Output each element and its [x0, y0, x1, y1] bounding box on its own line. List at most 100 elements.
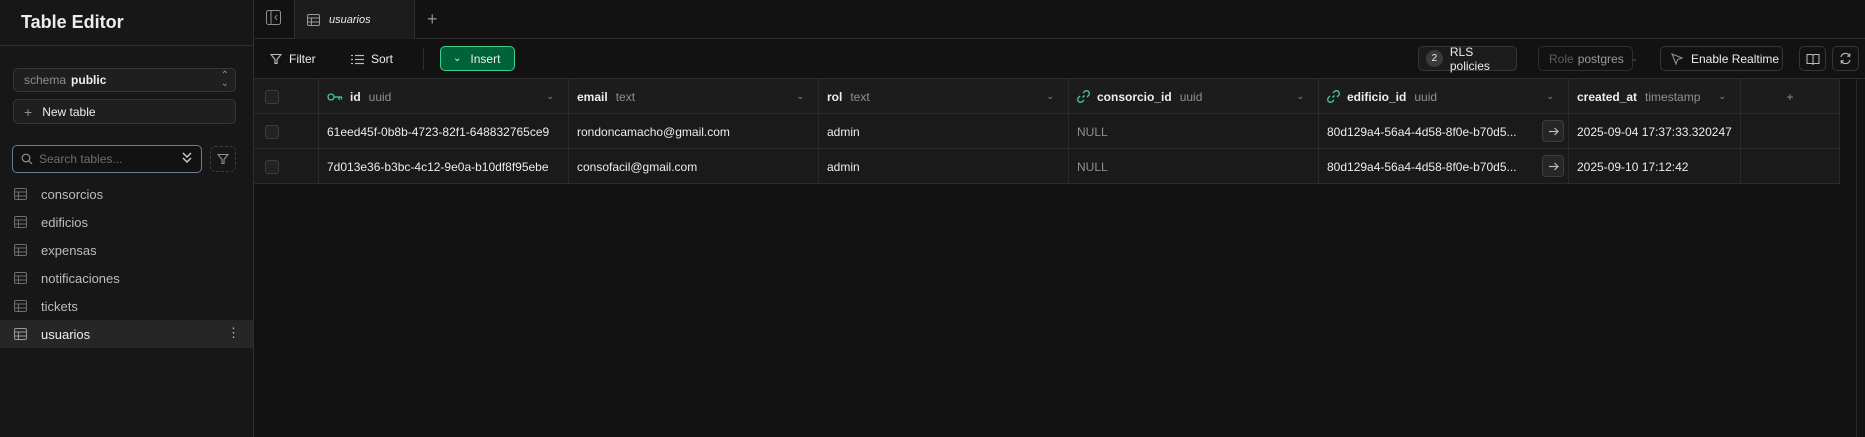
- cell-id[interactable]: 7d013e36-b3bc-4c12-9e0a-b10df8f95ebe: [319, 149, 569, 184]
- column-header-created-at[interactable]: created_at timestamp ⌄: [1569, 79, 1741, 114]
- cell-rol[interactable]: admin: [819, 149, 1069, 184]
- role-value: postgres: [1577, 51, 1624, 66]
- chevron-down-icon[interactable]: ⌄: [1296, 91, 1304, 102]
- sort-button[interactable]: Sort: [351, 48, 393, 70]
- key-icon: [327, 92, 343, 102]
- rls-label: RLS policies: [1449, 44, 1490, 73]
- table-item-usuarios[interactable]: usuarios ⋮: [0, 320, 253, 348]
- search-tables-input[interactable]: [39, 152, 169, 166]
- column-name: consorcio_id: [1097, 89, 1172, 104]
- cell-created-at[interactable]: 2025-09-04 17:37:33.320247: [1569, 114, 1741, 149]
- chevron-down-icon[interactable]: ⌄: [796, 91, 804, 102]
- cell-email[interactable]: rondoncamacho@gmail.com: [569, 114, 819, 149]
- new-table-button[interactable]: + New table: [13, 99, 236, 124]
- chevron-up-down-icon: ⌃ ⌄: [220, 70, 229, 89]
- chevron-down-icon[interactable]: ⌄: [1546, 91, 1554, 102]
- filter-button[interactable]: Filter: [270, 48, 316, 70]
- collapse-all-icon[interactable]: [181, 151, 193, 168]
- cell-id[interactable]: 61eed45f-0b8b-4723-82f1-648832765ce9: [319, 114, 569, 149]
- grid-header-row: id uuid ⌄ email text ⌄ rol text ⌄ consor…: [254, 79, 1840, 114]
- cell-rol[interactable]: admin: [819, 114, 1069, 149]
- table-item-expensas[interactable]: expensas: [0, 236, 253, 264]
- link-icon: [1077, 90, 1090, 103]
- plus-icon: +: [1786, 89, 1794, 104]
- column-header-id[interactable]: id uuid ⌄: [319, 79, 569, 114]
- column-type: uuid: [1179, 89, 1203, 104]
- arrow-right-icon[interactable]: [1542, 120, 1564, 142]
- column-type: uuid: [1414, 89, 1438, 104]
- book-icon: [1806, 53, 1820, 65]
- column-type: uuid: [368, 89, 392, 104]
- column-header-consorcio-id[interactable]: consorcio_id uuid ⌄: [1069, 79, 1319, 114]
- cell-consorcio-id[interactable]: NULL: [1069, 149, 1319, 184]
- table-item-notificaciones[interactable]: notificaciones: [0, 264, 253, 292]
- docs-button[interactable]: [1799, 46, 1826, 71]
- table-item-label: consorcios: [41, 186, 104, 202]
- select-all-checkbox[interactable]: [265, 89, 279, 104]
- select-all-cell: [254, 79, 319, 114]
- table-icon: [14, 188, 27, 200]
- vertical-scrollbar[interactable]: [1856, 79, 1865, 437]
- table-item-label: usuarios: [41, 326, 91, 342]
- table-icon: [14, 328, 27, 340]
- tab-usuarios[interactable]: usuarios: [294, 0, 415, 39]
- cell-consorcio-id[interactable]: NULL: [1069, 114, 1319, 149]
- role-select[interactable]: Role postgres ⌄: [1538, 46, 1638, 71]
- more-options-icon[interactable]: ⋮: [227, 326, 240, 340]
- column-name: rol: [827, 89, 843, 104]
- toolbar-divider: [423, 48, 424, 70]
- refresh-button[interactable]: [1832, 46, 1859, 71]
- data-grid: id uuid ⌄ email text ⌄ rol text ⌄ consor…: [254, 79, 1865, 437]
- sort-icon: [351, 54, 364, 65]
- table-row: 7d013e36-b3bc-4c12-9e0a-b10df8f95ebe con…: [254, 149, 1840, 184]
- realtime-icon: [1671, 52, 1683, 65]
- cell-empty: [1741, 114, 1840, 149]
- toolbar: Filter Sort ⌄ Insert 2 RLS policies Role…: [254, 39, 1865, 79]
- chevron-down-icon: ⌄: [453, 53, 462, 64]
- row-select-cell: [254, 149, 319, 184]
- cell-created-at[interactable]: 2025-09-10 17:12:42: [1569, 149, 1741, 184]
- sidebar-header: Table Editor: [0, 0, 253, 46]
- column-name: email: [577, 89, 608, 104]
- chevron-down-icon[interactable]: ⌄: [546, 91, 554, 102]
- cell-edificio-id[interactable]: 80d129a4-56a4-4d58-8f0e-b70d5...: [1319, 114, 1569, 149]
- row-checkbox[interactable]: [265, 159, 279, 174]
- column-header-edificio-id[interactable]: edificio_id uuid ⌄: [1319, 79, 1569, 114]
- table-item-edificios[interactable]: edificios: [0, 208, 253, 236]
- chevron-down-icon[interactable]: ⌄: [1046, 91, 1054, 102]
- schema-select[interactable]: schema public ⌃ ⌄: [13, 68, 236, 92]
- row-select-cell: [254, 114, 319, 149]
- rls-policies-button[interactable]: 2 RLS policies: [1418, 44, 1517, 73]
- arrow-right-icon[interactable]: [1542, 155, 1564, 177]
- cell-edificio-id-value: 80d129a4-56a4-4d58-8f0e-b70d5...: [1327, 124, 1517, 139]
- cell-edificio-id[interactable]: 80d129a4-56a4-4d58-8f0e-b70d5...: [1319, 149, 1569, 184]
- insert-button[interactable]: ⌄ Insert: [440, 46, 515, 71]
- enable-realtime-button[interactable]: Enable Realtime: [1660, 46, 1783, 71]
- cell-email[interactable]: consofacil@gmail.com: [569, 149, 819, 184]
- search-icon: [21, 153, 33, 165]
- table-icon: [14, 216, 27, 228]
- sidebar-title: Table Editor: [21, 12, 124, 32]
- column-header-rol[interactable]: rol text ⌄: [819, 79, 1069, 114]
- tables-list: consorcios edificios expensas notificaci…: [0, 180, 253, 348]
- add-tab-icon[interactable]: +: [427, 9, 438, 30]
- insert-label: Insert: [470, 51, 501, 66]
- role-label: Role: [1549, 51, 1574, 66]
- column-type: text: [615, 89, 636, 104]
- add-column-button[interactable]: +: [1741, 79, 1840, 114]
- column-name: created_at: [1577, 89, 1638, 104]
- schema-value: public: [71, 73, 107, 87]
- rls-count-badge: 2: [1426, 50, 1443, 67]
- column-header-email[interactable]: email text ⌄: [569, 79, 819, 114]
- tab-bar: usuarios +: [254, 0, 1865, 39]
- table-icon: [14, 244, 27, 256]
- row-checkbox[interactable]: [265, 124, 279, 139]
- search-tables-box[interactable]: [12, 145, 202, 173]
- filter-tables-button[interactable]: [210, 146, 236, 172]
- table-item-consorcios[interactable]: consorcios: [0, 180, 253, 208]
- cell-empty: [1741, 149, 1840, 184]
- chevron-down-icon[interactable]: ⌄: [1718, 91, 1726, 102]
- filter-icon: [217, 153, 229, 165]
- table-item-tickets[interactable]: tickets: [0, 292, 253, 320]
- collapse-sidebar-icon[interactable]: [266, 10, 281, 28]
